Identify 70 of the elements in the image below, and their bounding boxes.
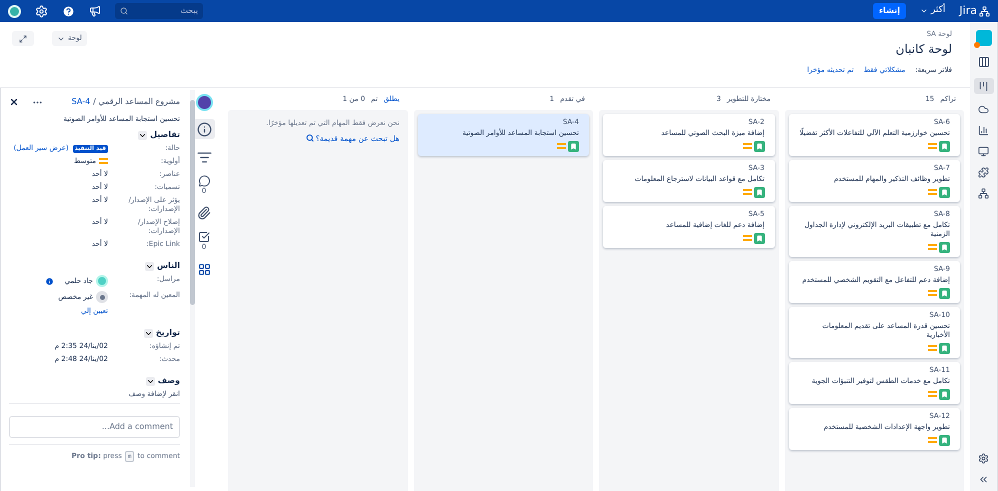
project-name[interactable]: مشروع المساعد الرقمي / [93,96,180,108]
priority-medium-icon [928,290,937,297]
priority-medium-icon [742,143,752,150]
priority-medium-icon [742,235,752,242]
story-icon [568,141,579,152]
board-icon [978,80,989,92]
story-icon [939,343,950,354]
issue-key-link[interactable]: SA-4 [72,96,90,108]
chevron-icon[interactable] [144,262,154,270]
story-icon [754,187,764,198]
priority-medium-icon [928,345,937,352]
search-field[interactable]: يبحث [115,3,203,19]
section-title[interactable]: تفاصيل [150,130,180,140]
story-icon [939,435,950,446]
story-icon [939,141,950,152]
settings-icon[interactable] [978,453,989,464]
more-menu[interactable]: أكثر [920,4,946,18]
story-icon [939,242,950,253]
priority-medium-icon [928,437,937,444]
chevron-icon[interactable] [146,376,155,386]
chevron-icon[interactable] [138,130,148,140]
priority-medium-icon [928,143,937,150]
section-title[interactable]: تواريخ [156,328,180,338]
story-icon [939,187,950,198]
checklist-icon [197,231,211,243]
board-tab[interactable] [974,78,994,94]
lines-icon [196,150,212,164]
search-icon [306,134,314,142]
detail-tab[interactable] [193,119,215,139]
priority-medium-icon [557,143,566,150]
priority-medium-icon [928,189,937,196]
search-icon [120,7,128,15]
create-button[interactable]: إنشاء [872,3,906,19]
story-icon [754,141,764,152]
story-icon [939,389,950,400]
monitor-icon[interactable] [978,146,989,157]
section-title[interactable]: وصف [158,376,180,386]
tree-icon[interactable] [978,188,989,199]
section-title[interactable]: الناس [156,261,180,271]
attachment-icon [197,206,211,220]
issue-avatar [196,94,212,111]
story-icon [939,288,950,299]
priority-medium-icon [742,189,752,196]
help-icon[interactable] [62,4,75,18]
story-icon [754,233,764,244]
comment-icon [196,175,212,187]
profile-avatar[interactable] [8,4,21,18]
megaphone-icon[interactable] [89,5,101,17]
chevron-icon [920,7,928,15]
jira-logo[interactable]: Jira [959,2,977,20]
chevron-icon[interactable] [144,328,153,338]
unassigned-avatar-icon [96,291,108,303]
priority-medium-icon [99,158,108,165]
puzzle-icon[interactable] [978,167,989,178]
close-icon[interactable] [9,97,19,107]
cloud-icon[interactable] [978,104,989,115]
info-icon[interactable] [44,276,54,286]
fullscreen-button[interactable] [12,31,34,46]
comment-field[interactable]: Add a comment... [9,416,180,438]
expand-icon [19,34,27,42]
priority-medium-icon [928,244,937,251]
priority-medium-icon [928,391,937,398]
user-avatar [96,275,108,287]
search-input[interactable]: يبحث [132,5,198,17]
chart-icon[interactable] [978,125,989,136]
columns-icon[interactable] [978,56,990,68]
collapse-icon[interactable] [978,474,989,485]
app-icon [198,262,210,276]
info-icon [196,122,212,136]
board-title: لوحة كانبان [894,41,952,57]
